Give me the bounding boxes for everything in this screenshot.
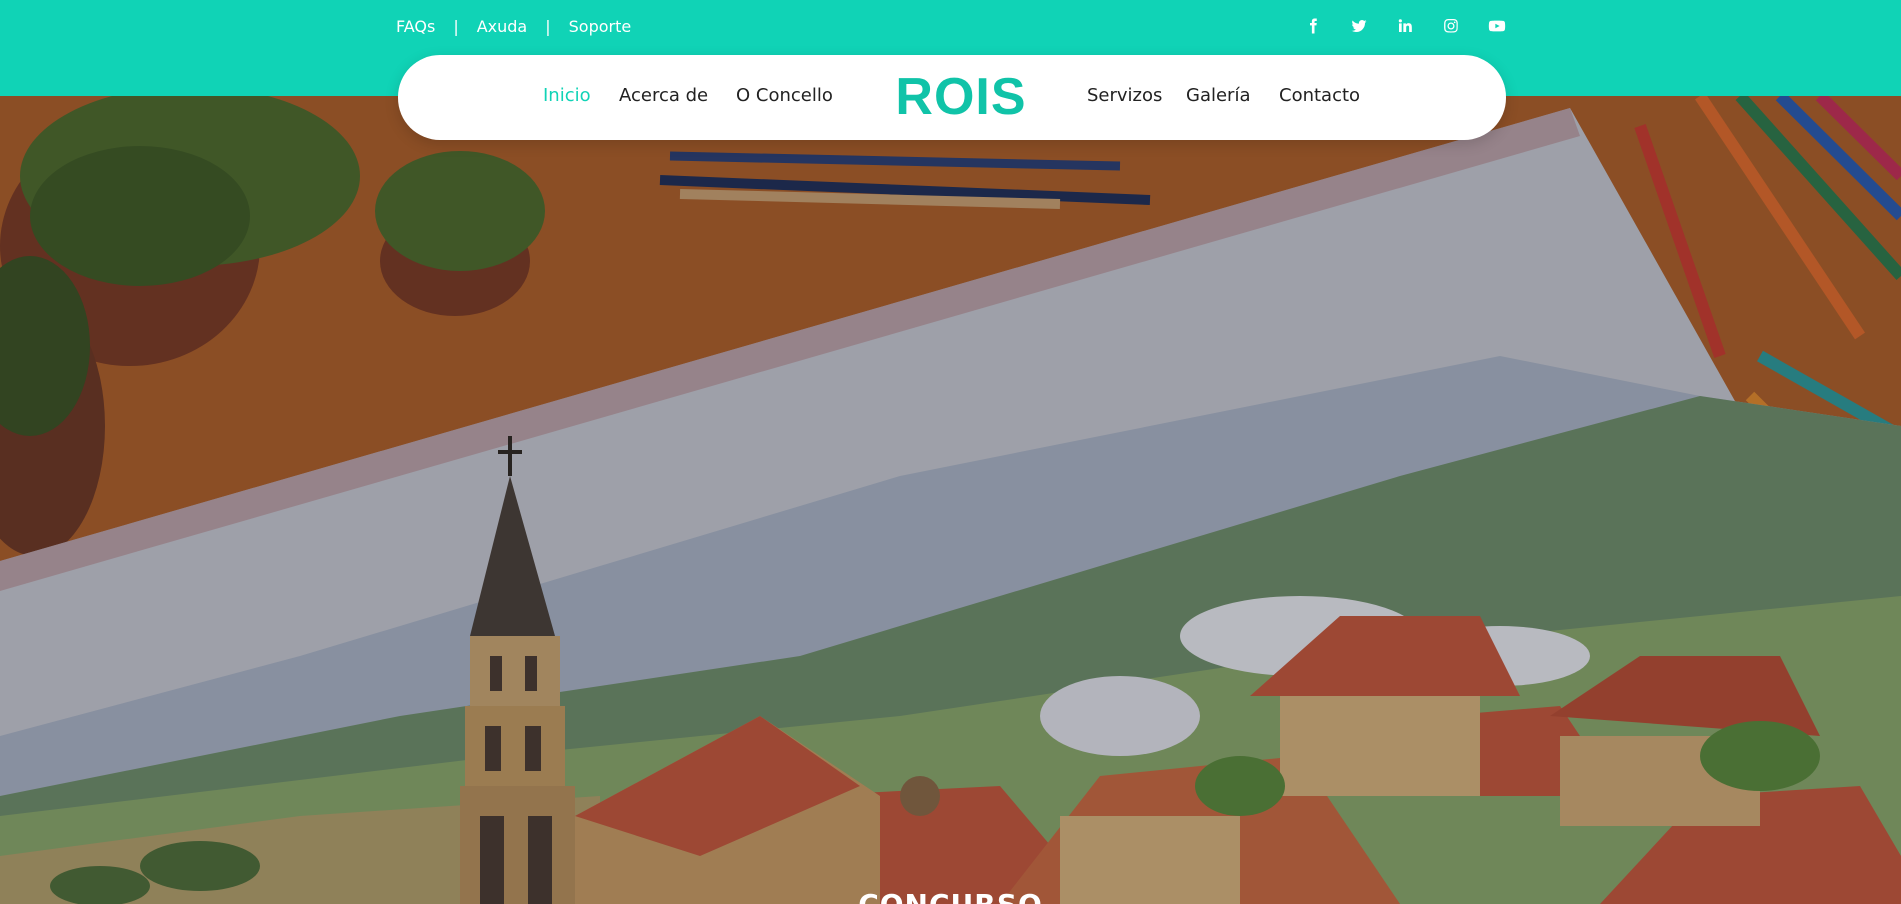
social-links	[1300, 14, 1510, 38]
nav-item-acerca-de[interactable]: Acerca de	[619, 85, 708, 106]
hero-overlay	[0, 96, 1901, 904]
linkedin-icon[interactable]	[1392, 14, 1418, 38]
separator: |	[453, 16, 459, 36]
hero-section: CONCURSO	[0, 96, 1901, 904]
facebook-icon[interactable]	[1300, 14, 1326, 38]
twitter-icon[interactable]	[1346, 14, 1372, 38]
nav-item-galeria[interactable]: Galería	[1186, 85, 1251, 106]
faqs-link[interactable]: FAQs	[396, 17, 435, 36]
nav-item-inicio[interactable]: Inicio	[543, 85, 591, 106]
main-nav: Inicio Acerca de O Concello ROIS Servizo…	[398, 55, 1506, 140]
soporte-link[interactable]: Soporte	[569, 17, 632, 36]
nav-item-o-concello[interactable]: O Concello	[736, 85, 833, 106]
instagram-icon[interactable]	[1438, 14, 1464, 38]
site-logo[interactable]: ROIS	[891, 67, 1031, 127]
separator: |	[545, 16, 551, 36]
nav-item-contacto[interactable]: Contacto	[1279, 85, 1360, 106]
nav-item-servizos[interactable]: Servizos	[1087, 85, 1162, 106]
top-links: FAQs | Axuda | Soporte	[396, 14, 631, 38]
youtube-icon[interactable]	[1484, 14, 1510, 38]
hero-title: CONCURSO	[0, 888, 1901, 904]
axuda-link[interactable]: Axuda	[477, 17, 528, 36]
